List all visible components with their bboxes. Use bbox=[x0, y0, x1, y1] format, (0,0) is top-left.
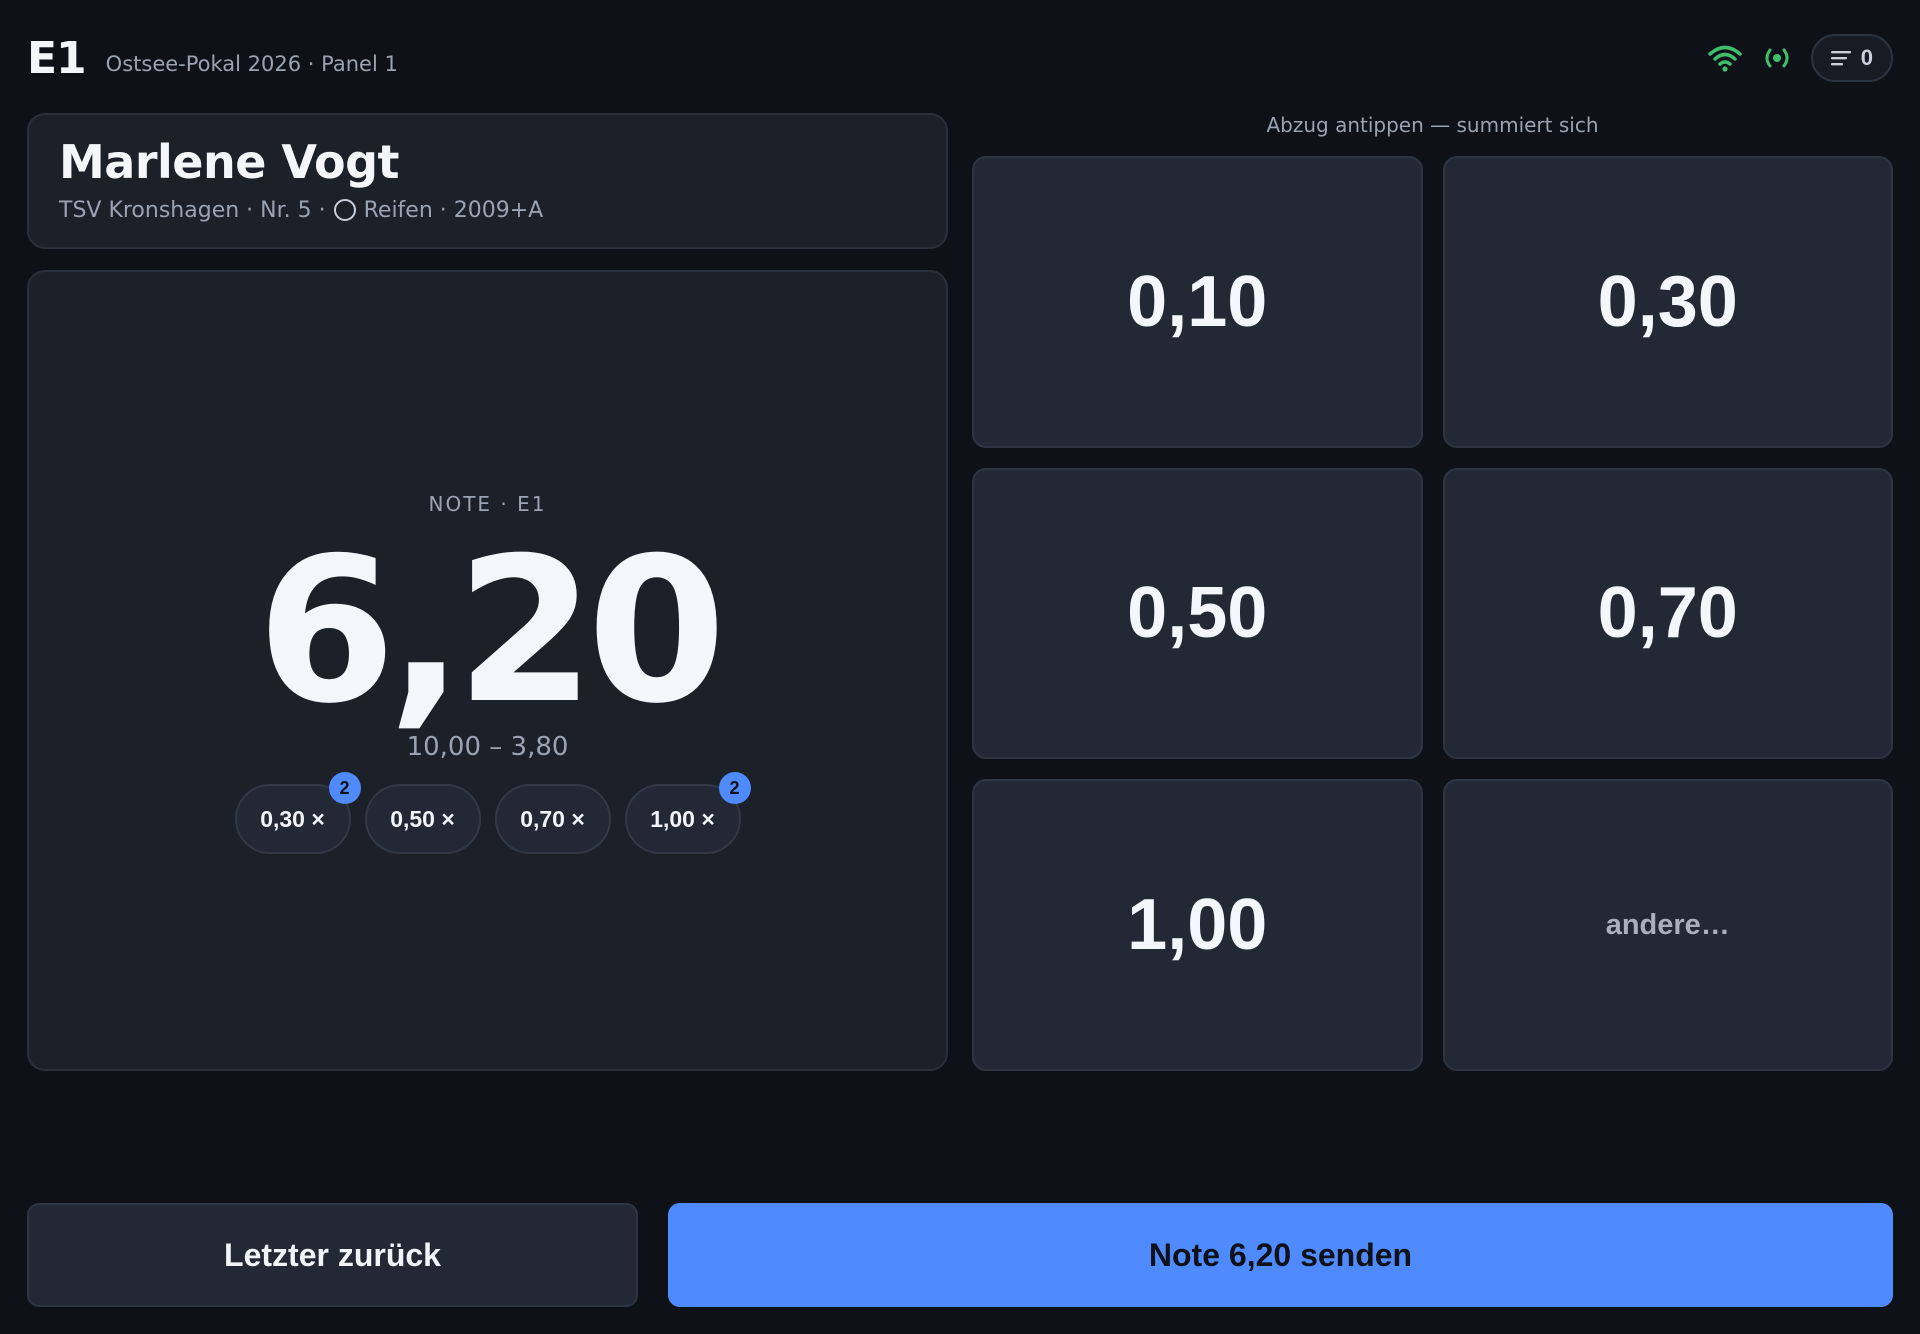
deduction-button-0-10[interactable]: 0,10 bbox=[972, 156, 1423, 448]
score-formula: 10,00 – 3,80 bbox=[406, 732, 569, 762]
header: E1 Ostsee-Pokal 2026 · Panel 1 0 bbox=[27, 30, 1893, 86]
chip-label: 0,70 × bbox=[520, 805, 585, 832]
athlete-meta: TSV Kronshagen · Nr. 5 · Reifen · 2009+A bbox=[59, 198, 916, 223]
deduction-button-0-30[interactable]: 0,30 bbox=[1442, 156, 1893, 448]
grid-hint: Abzug antippen — summiert sich bbox=[1266, 113, 1599, 137]
score-card: NOTE · E1 6,20 10,00 – 3,80 0,30 × 2 0,5… bbox=[27, 270, 948, 1071]
score-label: NOTE · E1 bbox=[428, 492, 547, 516]
chip-count-badge: 2 bbox=[328, 772, 361, 804]
list-icon bbox=[1830, 50, 1851, 66]
event-title: Ostsee-Pokal 2026 · Panel 1 bbox=[105, 52, 398, 76]
queue-count: 0 bbox=[1860, 45, 1873, 70]
chip-count-badge: 2 bbox=[718, 772, 751, 804]
deduction-chips: 0,30 × 2 0,50 × 0,70 × 1,00 × 2 bbox=[29, 772, 946, 854]
deduction-button-1-00[interactable]: 1,00 bbox=[972, 779, 1423, 1071]
score-value: 6,20 bbox=[256, 515, 726, 748]
athlete-card: Marlene Vogt TSV Kronshagen · Nr. 5 · Re… bbox=[27, 113, 948, 249]
deduction-grid: 0,10 0,30 0,50 0,70 1,00 andere… bbox=[972, 156, 1893, 1071]
hoop-icon bbox=[333, 199, 356, 222]
undo-last-button[interactable]: Letzter zurück bbox=[27, 1203, 638, 1307]
chip-label: 0,30 × bbox=[260, 805, 325, 832]
send-score-button[interactable]: Note 6,20 senden bbox=[668, 1203, 1893, 1307]
deduction-chip[interactable]: 0,50 × bbox=[364, 784, 481, 854]
athlete-apparatus: Reifen · 2009+A bbox=[363, 197, 544, 223]
panel-code: E1 bbox=[27, 32, 87, 84]
chip-label: 1,00 × bbox=[650, 805, 715, 832]
deduction-chip[interactable]: 0,30 × 2 bbox=[234, 772, 361, 854]
deduction-button-0-70[interactable]: 0,70 bbox=[1442, 467, 1893, 760]
status-area: 0 bbox=[1707, 34, 1893, 82]
wifi-icon bbox=[1707, 43, 1743, 73]
athlete-name: Marlene Vogt bbox=[59, 135, 400, 189]
deduction-chip[interactable]: 1,00 × 2 bbox=[624, 772, 751, 854]
deduction-chip[interactable]: 0,70 × bbox=[494, 784, 611, 854]
athlete-club: TSV Kronshagen · Nr. 5 · bbox=[59, 197, 326, 223]
chip-label: 0,50 × bbox=[390, 805, 455, 832]
deduction-button-0-50[interactable]: 0,50 bbox=[972, 467, 1423, 760]
broadcast-icon bbox=[1763, 47, 1791, 69]
queue-button[interactable]: 0 bbox=[1810, 34, 1893, 82]
other-deduction-button[interactable]: andere… bbox=[1442, 779, 1893, 1071]
